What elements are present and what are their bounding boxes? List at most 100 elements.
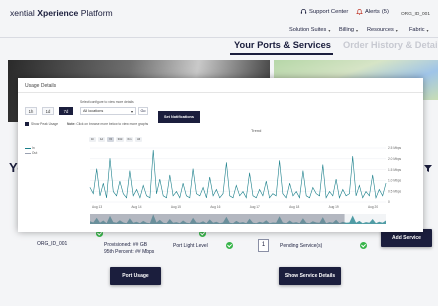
data-point: [269, 197, 270, 199]
data-point: [169, 174, 171, 176]
data-point: [116, 195, 117, 197]
data-point: [272, 193, 274, 194]
brand-bold: Xperience: [37, 8, 79, 18]
y-tick-label: 1.0 Mbps: [388, 179, 402, 183]
brand-title: xential Xperience Platform: [10, 8, 113, 18]
select-label: Select/configure to view more details: [80, 100, 134, 104]
data-point: [149, 197, 151, 199]
range-7d-button[interactable]: 7d: [59, 107, 73, 115]
note-bold: Note:: [67, 122, 76, 126]
legend-in: In: [25, 146, 35, 150]
nav-solution-suites[interactable]: Solution Suites ▾: [289, 27, 330, 33]
data-point: [305, 195, 307, 197]
data-point: [342, 189, 344, 190]
support-center-link[interactable]: Support Center: [300, 8, 348, 15]
legend-in-swatch: [25, 147, 31, 149]
data-point: [252, 195, 254, 197]
location-select[interactable]: All locations ▾: [80, 107, 136, 115]
data-point: [266, 180, 267, 182]
x-tick-label: Aug 19: [329, 205, 339, 209]
data-point: [369, 195, 370, 197]
header-divider: [0, 37, 438, 38]
data-point: [275, 195, 277, 197]
data-point: [162, 195, 164, 197]
range-1h-button[interactable]: 1h: [25, 107, 37, 115]
provisioned-value: Provisioned: ## GB: [104, 242, 148, 248]
data-point: [179, 197, 181, 199]
series-line: [89, 150, 387, 199]
data-point: [136, 189, 137, 190]
data-point: [242, 191, 244, 192]
data-point: [359, 185, 360, 186]
account-id[interactable]: ORG_ID_001: [401, 12, 430, 17]
x-tick-label: Aug 14: [131, 205, 141, 209]
data-point: [279, 160, 280, 161]
alerts-link[interactable]: Alerts (5): [356, 8, 389, 15]
data-point: [365, 191, 367, 192]
data-point: [285, 197, 287, 199]
data-point: [166, 197, 167, 199]
nav-billing[interactable]: Billing ▾: [339, 27, 358, 33]
data-point: [379, 189, 380, 190]
usage-chart-svg: 2.5 Mbps 2.0 Mbps 1.5 Mbps 1.0 Mbps 0.5 Mbps…: [89, 146, 402, 224]
data-point: [256, 197, 257, 199]
data-point: [362, 197, 363, 199]
light-level-check-icon: [226, 242, 233, 249]
data-point: [239, 195, 240, 197]
range-1d-button[interactable]: 1d: [42, 107, 54, 115]
data-point: [103, 183, 104, 184]
navigator-window: [90, 214, 345, 224]
chevron-down-icon: ▾: [395, 27, 398, 33]
data-point: [352, 156, 353, 157]
filter-icon[interactable]: [424, 165, 432, 172]
data-point: [172, 195, 174, 197]
data-point: [106, 197, 107, 199]
port-usage-button[interactable]: Port Usage: [110, 267, 161, 285]
tab-order-history[interactable]: Order History & Details: [343, 40, 438, 50]
data-point: [139, 197, 141, 199]
data-point: [226, 162, 227, 163]
light-level-label: Port Light Level: [173, 243, 208, 249]
data-point: [295, 191, 297, 192]
data-point: [189, 197, 191, 199]
data-point: [182, 183, 184, 184]
nav-resources[interactable]: Resources ▾: [367, 27, 398, 33]
data-point: [209, 176, 210, 178]
nav-label: Billing: [339, 27, 354, 33]
data-point: [349, 193, 350, 194]
data-point: [199, 195, 201, 197]
data-point: [93, 193, 94, 194]
tab-your-ports-services[interactable]: Your Ports & Services: [234, 40, 331, 50]
show-peak-label: Show Peak Usage: [31, 122, 59, 126]
data-point: [109, 158, 111, 159]
data-point: [259, 189, 260, 190]
data-point: [99, 195, 101, 197]
legend-in-label: In: [31, 146, 35, 150]
x-tick-label: Aug 18: [289, 205, 299, 209]
data-point: [339, 197, 340, 199]
data-point: [192, 168, 194, 170]
data-point: [129, 170, 131, 172]
y-tick-label: 1.5 Mbps: [388, 168, 402, 172]
data-point: [292, 195, 294, 197]
nav-label: Fabric: [409, 27, 425, 33]
data-point: [202, 187, 204, 188]
show-service-details-button[interactable]: Show Service Details: [279, 267, 341, 285]
y-tick-label: 0: [388, 200, 390, 204]
data-point: [289, 183, 290, 184]
y-tick-label: 2.0 Mbps: [388, 157, 402, 161]
x-tick-label: Aug 15: [171, 205, 181, 209]
show-peak-checkbox[interactable]: [25, 122, 29, 126]
data-point: [355, 195, 357, 197]
chevron-down-icon: ▾: [355, 27, 358, 33]
data-point: [126, 197, 127, 199]
data-point: [232, 197, 234, 199]
alerts-label: Alerts: [365, 8, 380, 15]
data-point: [302, 170, 304, 172]
set-notifications-button[interactable]: Set Notifications: [158, 111, 200, 123]
legend-out-label: Out: [31, 151, 38, 155]
x-tick-label: Aug 16: [210, 205, 220, 209]
nav-fabric[interactable]: Fabric ▾: [409, 27, 429, 33]
data-point: [113, 191, 114, 192]
go-button[interactable]: Go: [138, 107, 148, 115]
